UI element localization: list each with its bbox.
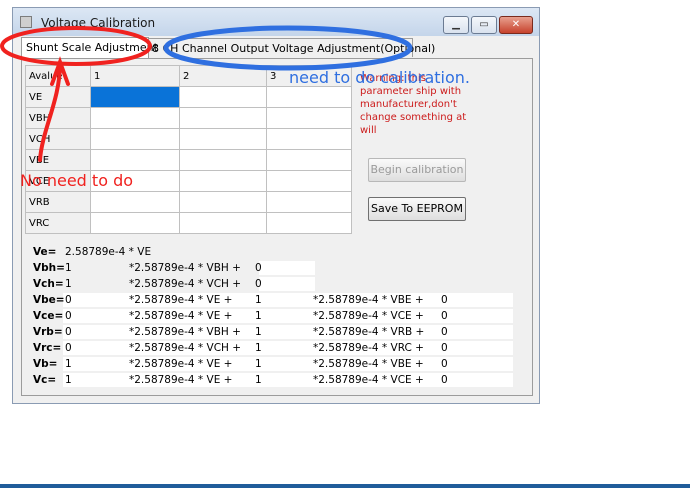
- no-need-annotation: No need to do: [20, 171, 134, 190]
- taskbar: [0, 484, 690, 488]
- blue-ellipse-annotation: [163, 25, 413, 71]
- need-calibration-annotation: need to do calibration.: [289, 68, 471, 87]
- red-arrow-annotation: [38, 56, 70, 162]
- red-ellipse-annotation: [0, 26, 152, 66]
